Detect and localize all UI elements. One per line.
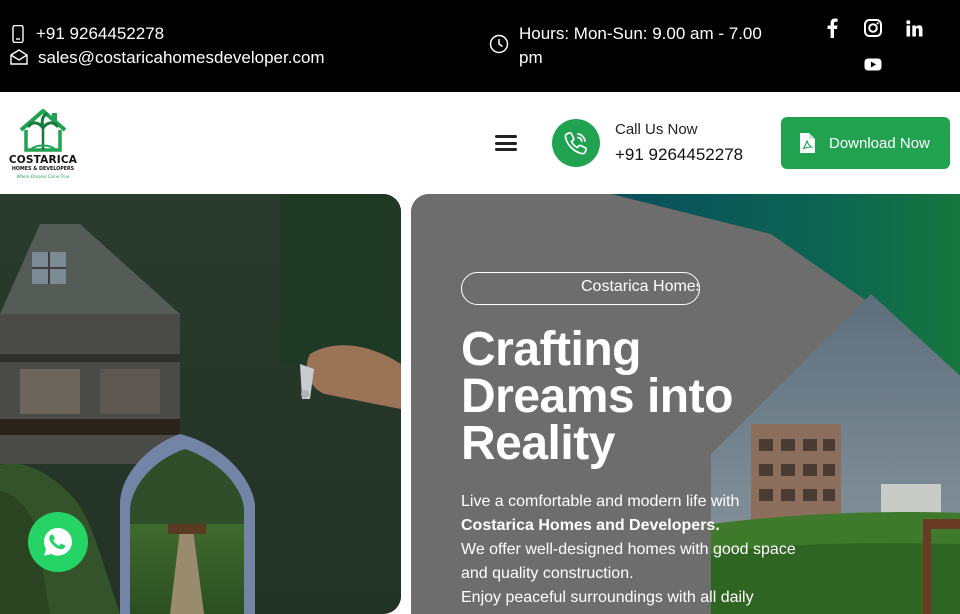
instagram-icon[interactable] — [860, 15, 886, 41]
topbar-phone-text: +91 9264452278 — [36, 24, 165, 43]
envelope-icon — [10, 49, 28, 65]
site-logo[interactable]: COSTARICA HOMES & DEVELOPERS Where Dream… — [8, 106, 78, 180]
hours-line-2: pm — [519, 48, 543, 67]
linkedin-icon[interactable] — [901, 15, 927, 41]
desc-line-1: Live a comfortable and modern life with — [461, 493, 740, 510]
download-now-button[interactable]: Download Now — [781, 117, 950, 169]
whatsapp-icon — [44, 528, 72, 556]
logo-name: COSTARICA — [8, 154, 78, 166]
email-contact[interactable]: sales@costaricahomesdeveloper.com — [10, 46, 325, 70]
headline-line-3: Reality — [461, 417, 615, 470]
headline-line-2: Dreams into — [461, 370, 733, 423]
desc-line-4: Enjoy peaceful surroundings with all dai… — [461, 589, 754, 606]
top-contact-bar: +91 9264452278 sales@costaricahomesdevel… — [0, 0, 960, 92]
hero-description: Live a comfortable and modern life with … — [461, 490, 841, 610]
desc-brand: Costarica Homes and Developers. — [461, 517, 720, 534]
house-palm-logo-icon — [19, 109, 67, 152]
logo-tagline: Where Dreams Come True — [16, 174, 70, 179]
hero-headline: Crafting Dreams into Reality — [461, 323, 791, 470]
hours-line-1: Hours: Mon-Sun: 9.00 am - 7.00 — [519, 24, 762, 43]
phone-call-icon[interactable] — [552, 119, 600, 167]
menu-toggle-icon[interactable] — [493, 132, 519, 154]
headline-line-1: Crafting — [461, 323, 641, 376]
clock-icon — [489, 34, 509, 54]
business-hours: Hours: Mon-Sun: 9.00 am - 7.00 pm — [489, 22, 779, 70]
logo-subtitle: HOMES & DEVELOPERS — [11, 167, 75, 172]
hero-banner: Costarica Homes Crafting Dreams into Rea… — [411, 194, 960, 614]
pdf-file-icon — [800, 133, 815, 153]
call-us-number[interactable]: +91 9264452278 — [615, 145, 743, 165]
desc-line-3: and quality construction. — [461, 565, 634, 582]
topbar-email-text: sales@costaricahomesdeveloper.com — [38, 48, 325, 67]
desc-line-2: We offer well-designed homes with good s… — [461, 541, 796, 558]
call-us-label: Call Us Now — [615, 121, 698, 138]
brand-pill-text: Costarica Homes — [581, 278, 700, 295]
site-header: COSTARICA HOMES & DEVELOPERS Where Dream… — [0, 92, 960, 194]
youtube-icon[interactable] — [860, 51, 886, 77]
download-now-label: Download Now — [829, 134, 930, 152]
mobile-phone-icon — [12, 25, 24, 43]
phone-contact[interactable]: +91 9264452278 — [10, 22, 164, 46]
facebook-icon[interactable] — [819, 15, 845, 41]
brand-pill: Costarica Homes — [461, 272, 700, 305]
whatsapp-chat-button[interactable] — [28, 512, 88, 572]
